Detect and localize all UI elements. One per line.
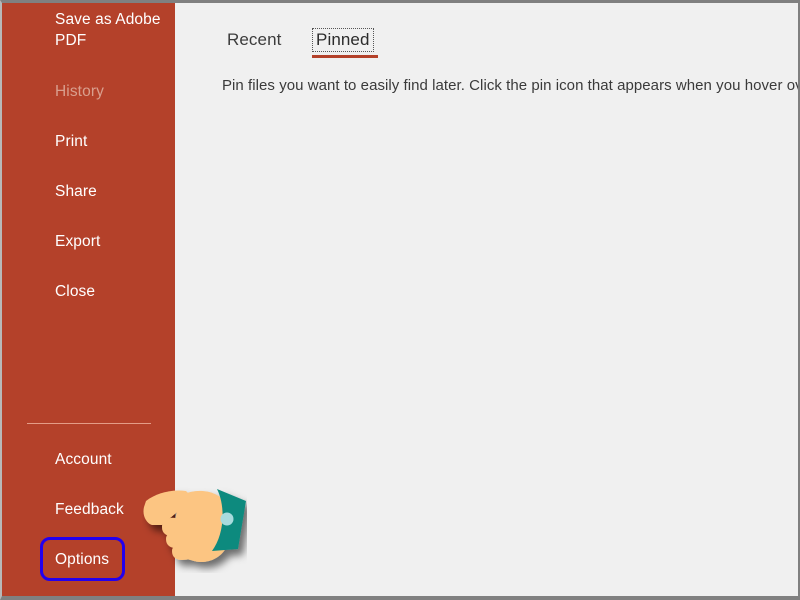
sidebar-item-account[interactable]: Account — [2, 449, 175, 470]
tab-pinned[interactable]: Pinned — [312, 28, 374, 52]
app-window: Save as Adobe PDF History Print Share Ex… — [0, 0, 800, 600]
sidebar-item-history: History — [55, 83, 104, 100]
sidebar-divider — [27, 423, 151, 424]
sidebar-item-save-as-adobe-pdf[interactable]: Save as Adobe PDF — [2, 9, 175, 51]
pinned-empty-state-description: Pin files you want to easily find later.… — [222, 77, 800, 94]
sidebar-item-export[interactable]: Export — [2, 231, 175, 252]
sidebar-item-print[interactable]: Print — [2, 131, 175, 152]
content-pane: Recent Pinned Pin files you want to easi… — [175, 3, 798, 596]
sidebar-item-share[interactable]: Share — [2, 181, 175, 202]
options-highlight-box — [40, 537, 125, 581]
tab-pinned-active-underline — [312, 55, 378, 58]
sidebar-item-close[interactable]: Close — [2, 281, 175, 302]
backstage-sidebar: Save as Adobe PDF History Print Share Ex… — [2, 3, 175, 596]
tab-recent[interactable]: Recent — [224, 29, 284, 51]
sidebar-item-feedback[interactable]: Feedback — [2, 499, 175, 520]
